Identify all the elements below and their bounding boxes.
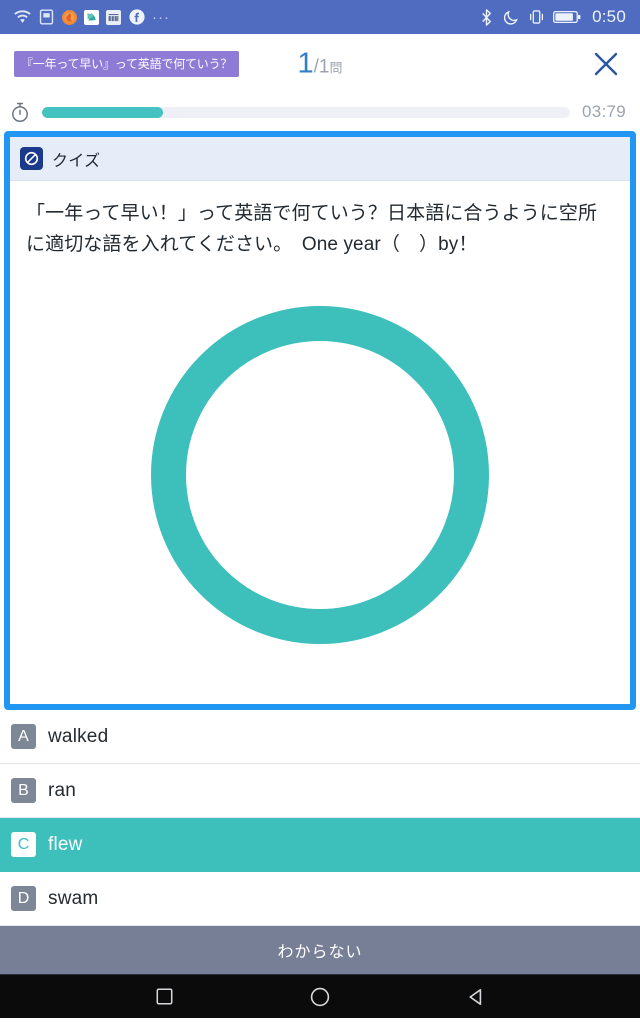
vibrate-icon [528,9,545,26]
close-icon [594,52,618,75]
app-teal-icon [84,9,99,25]
facebook-icon [128,9,145,26]
quiz-card-body: 「一年って早い！」って英語で何ていう？日本語に合うように空所に適切な語を入れてく… [10,181,630,704]
answer-option-b[interactable]: Bran [0,764,640,818]
app-screen: ··· 0:50 『一年って早い』って英語で何ていう？ 1 / 1 問 03:7… [0,0,640,1024]
answer-option-letter: B [11,778,36,803]
do-not-disturb-moon-icon [503,9,520,26]
circle-icon [310,987,330,1006]
quiz-badge-icon [20,147,43,170]
back-button[interactable] [459,980,493,1014]
quiz-card: クイズ 「一年って早い！」って英語で何ていう？日本語に合うように空所に適切な語を… [4,131,636,710]
answer-option-c[interactable]: Cflew [0,818,640,872]
quiz-title-chip: 『一年って早い』って英語で何ていう？ [14,50,240,77]
answer-option-letter: C [11,832,36,857]
status-bar: ··· 0:50 [0,0,640,34]
question-counter: 1 / 1 問 [297,47,342,80]
stopwatch-icon [9,101,31,123]
status-bar-left-icons: ··· [14,9,170,26]
sim-card-icon [38,9,55,26]
home-button[interactable] [303,980,337,1014]
quiz-card-header: クイズ [10,137,630,181]
app-header: 『一年って早い』って英語で何ていう？ 1 / 1 問 [0,34,640,93]
app-news-icon [106,9,121,25]
question-counter-total: 1 [318,56,330,77]
answer-option-text: swam [48,887,99,909]
bluetooth-icon [478,8,495,26]
timer-remaining: 03:79 [581,102,626,121]
correct-circle-mark [151,306,489,645]
answer-option-letter: D [11,886,36,911]
answer-figure [26,261,614,704]
dont-know-button[interactable]: わからない [0,926,640,974]
question-counter-unit: 問 [329,60,343,75]
answer-option-letter: A [11,724,36,749]
app-orange-icon [62,9,77,25]
android-nav-bar [0,974,640,1018]
battery-icon [553,9,581,26]
triangle-icon [469,988,482,1005]
question-counter-current: 1 [297,47,314,79]
quiz-card-wrapper: クイズ 「一年って早い！」って英語で何ていう？日本語に合うように空所に適切な語を… [0,131,640,710]
recents-button[interactable] [147,980,181,1014]
timer-progress-fill [42,106,164,118]
more-icons-indicator: ··· [152,8,170,26]
answer-option-text: ran [48,779,77,801]
answer-option-text: walked [48,725,109,747]
quiz-card-header-label: クイズ [52,152,101,170]
close-button[interactable] [589,47,623,81]
square-icon [156,988,172,1005]
answer-option-a[interactable]: Awalked [0,710,640,764]
answer-options-list: Awalked Bran Cflew Dswam [0,710,640,926]
status-bar-clock: 0:50 [592,7,626,26]
answer-option-text: flew [48,833,83,855]
status-bar-right-icons: 0:50 [478,7,626,27]
timer-progress-track [42,106,570,118]
wifi-icon [14,9,31,26]
answer-option-d[interactable]: Dswam [0,872,640,926]
question-text: 「一年って早い！」って英語で何ていう？日本語に合うように空所に適切な語を入れてく… [26,203,598,255]
timer-row: 03:79 [0,93,640,131]
